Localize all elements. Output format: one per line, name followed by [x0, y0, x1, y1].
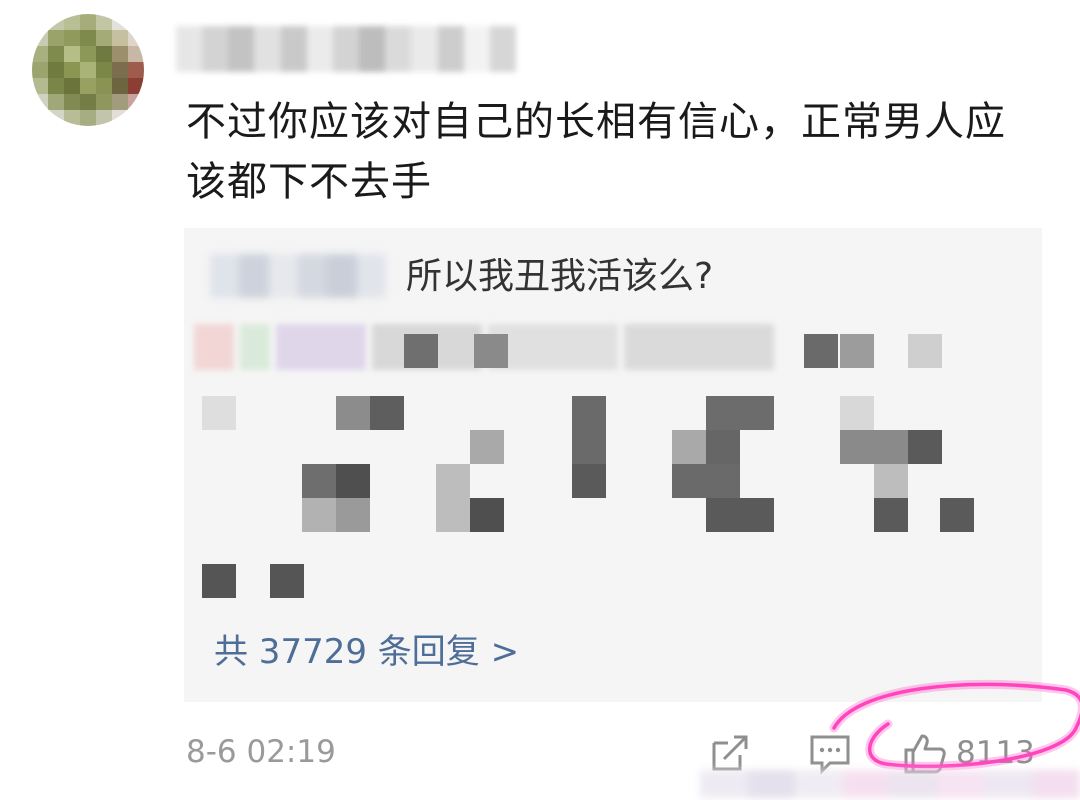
view-all-replies-link[interactable]: 共 37729 条回复 > [214, 628, 519, 676]
reply-first-text: 所以我丑我活该么? [406, 256, 714, 297]
username-redacted[interactable] [176, 26, 517, 72]
comment-text: 不过你应该对自己的长相有信心，正常男人应该都下不去手 [186, 99, 1006, 205]
reply-username-redacted [210, 254, 386, 298]
share-icon [712, 735, 748, 771]
watermark-redacted [700, 770, 1080, 798]
avatar[interactable] [32, 14, 144, 126]
reply-preview-box[interactable]: 所以我丑我活该么? 共 37729 条回复 > [184, 228, 1042, 702]
comment-page: 不过你应该对自己的长相有信心，正常男人应该都下不去手 所以我丑我活该么? 共 3… [0, 0, 1080, 800]
redacted-reply-content [184, 324, 1042, 604]
comment-icon [810, 735, 850, 775]
comment-timestamp: 8-6 02:19 [186, 734, 336, 770]
like-count: 8113 [956, 735, 1035, 771]
